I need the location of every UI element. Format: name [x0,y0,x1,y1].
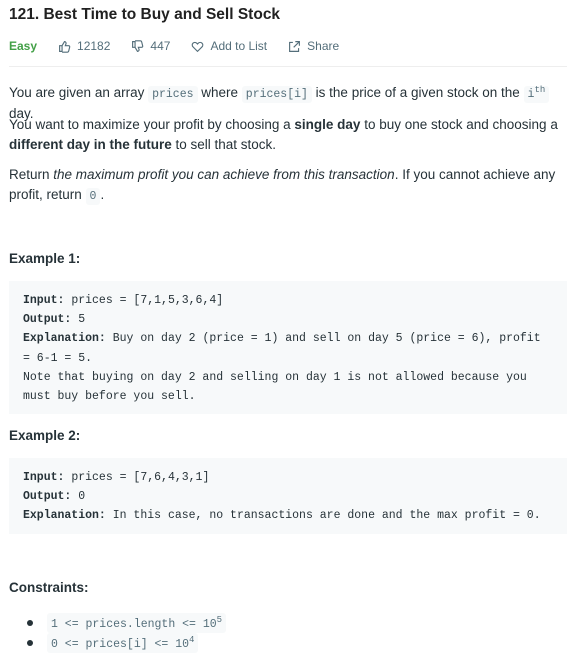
share-label: Share [307,39,340,53]
example-1-heading: Example 1: [9,251,81,266]
constraint-item: 1 <= prices.length <= 105 [27,613,227,633]
constraint-item: 0 <= prices[i] <= 104 [27,633,199,653]
problem-meta-bar: Easy 12182 447 Add to List Share [9,37,360,55]
like-button[interactable]: 12182 [58,39,110,53]
example-1-block: Input: prices = [7,1,5,3,6,4] Output: 5 … [9,281,567,414]
dislike-button[interactable]: 447 [131,39,170,53]
share-icon [289,40,301,52]
thumbs-up-icon [59,40,71,53]
header-divider [9,66,567,67]
example-2-heading: Example 2: [9,428,81,443]
inline-code: prices [148,85,198,103]
inline-code: ith [523,85,550,103]
inline-code: 0 [85,187,101,205]
inline-code: prices[i] [241,85,312,103]
bullet-icon [27,639,33,646]
likes-count: 12182 [77,39,111,53]
add-to-list-label: Add to List [210,39,268,53]
description-paragraph-2: You want to maximize your profit by choo… [9,117,558,152]
description-paragraph-3: Return the maximum profit you can achiev… [9,167,556,205]
problem-title: 121. Best Time to Buy and Sell Stock [9,6,281,23]
bullet-icon [27,619,33,626]
constraints-heading: Constraints: [9,580,89,595]
thumbs-down-icon [132,39,144,52]
share-button[interactable]: Share [288,39,339,53]
constraint-code: 0 <= prices[i] <= 104 [47,633,199,653]
difficulty-badge: Easy [9,39,38,53]
constraint-code: 1 <= prices.length <= 105 [47,613,227,633]
dislikes-count: 447 [150,39,171,53]
add-to-list-button[interactable]: Add to List [191,39,267,53]
example-2-block: Input: prices = [7,6,4,3,1] Output: 0 Ex… [9,458,567,534]
heart-icon [192,41,204,52]
